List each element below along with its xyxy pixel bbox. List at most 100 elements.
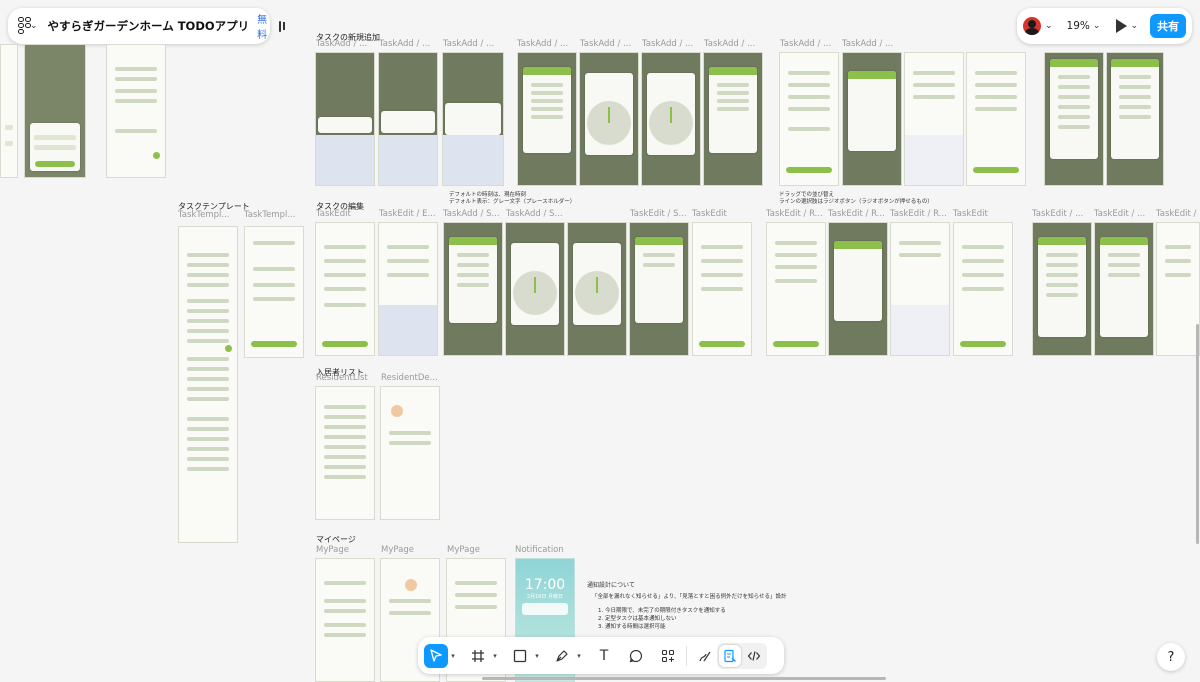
frame-label: TaskAdd / ... (379, 39, 431, 49)
dev-mode-code-icon[interactable] (743, 645, 765, 667)
move-tool-chevron-icon[interactable]: ▾ (448, 652, 458, 660)
file-menu-bar: ⌄ やすらぎガーデンホーム TODOアプリ 無料 (8, 8, 285, 44)
frame-label: TaskTempl... (244, 210, 296, 220)
pen-tool-icon[interactable] (550, 644, 574, 668)
task-edit-form-partial[interactable] (1156, 222, 1200, 356)
task-edit-repeat-dim[interactable] (828, 222, 888, 356)
text-tool-icon[interactable]: T (592, 644, 616, 668)
frame-label: TaskEdit / ... (1156, 209, 1200, 219)
main-menu-chevron-icon[interactable]: ⌄ (30, 21, 38, 31)
frame-label: MyPage (381, 545, 414, 555)
comment-tool-icon[interactable] (624, 644, 648, 668)
share-button[interactable]: 共有 (1150, 14, 1186, 38)
help-button[interactable]: ? (1157, 643, 1185, 671)
task-add-date-frame[interactable] (517, 52, 577, 186)
home-frame-list[interactable] (106, 44, 166, 178)
frame-tool-chevron-icon[interactable]: ▾ (490, 652, 500, 660)
home-frame-partial[interactable] (0, 44, 18, 178)
task-edit-time-frame-2[interactable] (567, 222, 627, 356)
notification-notes-quote: 「全部を漏れなく知らせる」より、「見落とすと困る例外だけを知らせる」設計 (592, 594, 787, 600)
task-add-resident-picker-2[interactable] (1106, 52, 1164, 186)
task-add-keypad-frame[interactable] (904, 52, 964, 186)
horizontal-scrollbar[interactable] (482, 677, 886, 680)
home-frame-dim[interactable] (24, 44, 86, 178)
notification-card (522, 603, 568, 615)
notification-notes-item: 1. 今日期限で、未完了の期限付きタスクを通知する (598, 608, 726, 614)
draw-mode-icon[interactable] (693, 644, 717, 668)
file-name[interactable]: やすらぎガーデンホーム TODOアプリ (48, 18, 250, 34)
frame-label: ResidentList (316, 373, 368, 383)
frame-label: TaskEdit / E... (379, 209, 436, 219)
frame-label: TaskEdit (953, 209, 988, 219)
task-add-date-frame-2[interactable] (703, 52, 763, 186)
task-edit-repeat-keypad[interactable] (890, 222, 950, 356)
task-add-frame-3[interactable] (442, 52, 504, 186)
frame-label: TaskEdit / R... (828, 209, 885, 219)
avatar-chevron-icon[interactable]: ⌄ (1045, 21, 1053, 31)
shape-tool-chevron-icon[interactable]: ▾ (532, 652, 542, 660)
frame-label: TaskEdit / ... (1094, 209, 1146, 219)
task-add-frame-1[interactable] (315, 52, 375, 186)
resident-detail-frame[interactable] (380, 386, 440, 520)
task-edit-form-frame-2[interactable] (953, 222, 1013, 356)
frame-label: Notification (515, 545, 564, 555)
task-template-detail-frame[interactable] (244, 226, 304, 358)
frame-label: TaskAdd / S... (443, 209, 500, 219)
task-edit-date-frame[interactable] (443, 222, 503, 356)
task-edit-frame-2[interactable] (378, 222, 438, 356)
present-play-icon[interactable] (1116, 19, 1128, 33)
bottom-toolbar: ▾ ▾ ▾ ▾ T (418, 637, 784, 674)
task-add-time-frame-1[interactable] (579, 52, 639, 186)
plan-badge[interactable]: 無料 (257, 11, 267, 41)
task-add-form-frame-2[interactable] (966, 52, 1026, 186)
vertical-scrollbar[interactable] (1196, 324, 1199, 544)
top-right-bar: ⌄ 19% ⌄ ⌄ 共有 (1017, 8, 1192, 44)
task-edit-date-frame-2[interactable] (629, 222, 689, 356)
task-add-frame-2[interactable] (378, 52, 438, 186)
section-title-my-page: マイページ (316, 535, 356, 544)
my-page-frame-1[interactable] (315, 558, 375, 682)
frame-label: TaskEdit / R... (890, 209, 947, 219)
move-tool-icon[interactable] (424, 643, 448, 668)
frame-label: ResidentDe... (381, 373, 438, 383)
toggle-sidebar-icon[interactable] (279, 20, 285, 32)
task-edit-resident-picker-2[interactable] (1094, 222, 1154, 356)
task-add-caption-2: デフォルト表示：グレー文字（プレースホルダー） (449, 199, 576, 205)
task-add-form-frame[interactable] (779, 52, 839, 186)
user-avatar[interactable] (1023, 17, 1041, 35)
frame-label: TaskAdd / ... (842, 39, 894, 49)
task-edit-caption-2: ラインの選択肢はラジオボタン（ラジオボタンが押せるもの） (779, 199, 933, 205)
task-edit-frame-1[interactable] (315, 222, 375, 356)
frame-label: TaskEdit / ... (1032, 209, 1084, 219)
figma-canvas[interactable]: ⌄ やすらぎガーデンホーム TODOアプリ 無料 ⌄ 19% ⌄ ⌄ 共有 タス… (0, 0, 1200, 682)
frame-label: TaskAdd / ... (443, 39, 495, 49)
pen-tool-chevron-icon[interactable]: ▾ (574, 652, 584, 660)
frame-label: MyPage (447, 545, 480, 555)
frame-label: TaskAdd / S... (506, 209, 563, 219)
figma-logo-icon[interactable] (18, 17, 31, 35)
actions-tool-icon[interactable] (656, 644, 680, 668)
design-mode-icon[interactable] (719, 644, 741, 667)
task-add-time-frame-2[interactable] (641, 52, 701, 186)
frame-label: TaskAdd / ... (642, 39, 694, 49)
frame-label: TaskEdit (692, 209, 727, 219)
frame-tool-icon[interactable] (466, 644, 490, 668)
mode-toggle (717, 642, 767, 669)
resident-list-frame[interactable] (315, 386, 375, 520)
rectangle-tool-icon[interactable] (508, 644, 532, 668)
task-template-list-frame[interactable] (178, 226, 238, 543)
notification-notes-title: 通知設計について (587, 582, 635, 589)
zoom-level[interactable]: 19% (1067, 20, 1090, 32)
present-chevron-icon[interactable]: ⌄ (1130, 21, 1138, 31)
zoom-chevron-icon[interactable]: ⌄ (1093, 21, 1101, 31)
notification-notes-item: 3. 通知する時間は選択可能 (598, 624, 666, 630)
frame-label: TaskEdit / R... (766, 209, 823, 219)
task-edit-resident-picker[interactable] (1032, 222, 1092, 356)
task-edit-repeat-frame[interactable] (766, 222, 826, 356)
frame-label: TaskEdit / S... (630, 209, 687, 219)
task-add-dim-frame[interactable] (842, 52, 902, 186)
frame-label: TaskAdd / ... (704, 39, 756, 49)
task-add-resident-picker[interactable] (1044, 52, 1104, 186)
task-edit-time-frame-1[interactable] (505, 222, 565, 356)
task-edit-form-frame[interactable] (692, 222, 752, 356)
